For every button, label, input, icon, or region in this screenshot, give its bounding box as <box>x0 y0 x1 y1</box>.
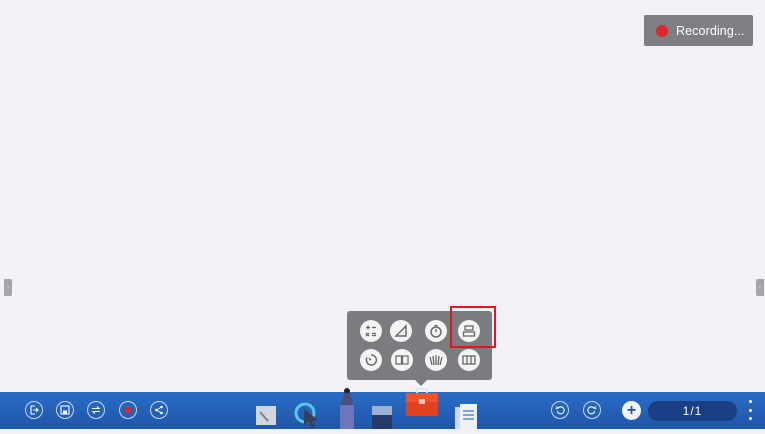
page-indicator[interactable]: 1/1 <box>648 401 737 421</box>
more-menu-icon[interactable] <box>747 400 753 420</box>
marker-pen-icon[interactable] <box>337 387 357 429</box>
select-pointer-icon[interactable] <box>292 400 322 429</box>
stopwatch-icon[interactable] <box>425 320 447 342</box>
stop-record-icon[interactable] <box>119 401 137 419</box>
recording-indicator[interactable]: Recording... <box>644 15 753 46</box>
chevron-right-icon: › <box>6 284 10 291</box>
triangle-ruler-icon[interactable] <box>390 320 412 342</box>
share-icon[interactable] <box>150 401 168 419</box>
exit-icon[interactable] <box>25 401 43 419</box>
undo-icon[interactable] <box>551 401 569 419</box>
save-icon[interactable] <box>56 401 74 419</box>
add-page-button[interactable]: + <box>622 401 641 420</box>
timer-icon[interactable] <box>360 349 382 371</box>
right-expand-tab[interactable]: ‹ <box>756 279 764 296</box>
eraser-board-icon[interactable] <box>255 404 277 426</box>
chevron-left-icon: ‹ <box>758 284 762 291</box>
highlight-box <box>450 306 496 348</box>
flip-cards-icon[interactable] <box>391 349 413 371</box>
left-expand-tab[interactable]: › <box>4 279 12 296</box>
toolbox-icon[interactable] <box>405 386 439 418</box>
redo-icon[interactable] <box>583 401 601 419</box>
columns-icon[interactable] <box>458 349 480 371</box>
recording-label: Recording... <box>676 23 745 38</box>
calculator-icon[interactable] <box>360 320 382 342</box>
fan-cards-icon[interactable] <box>425 349 447 371</box>
eraser-icon[interactable] <box>370 405 394 429</box>
record-dot-icon <box>656 24 668 37</box>
documents-icon[interactable] <box>453 404 479 429</box>
switch-icon[interactable] <box>87 401 105 419</box>
